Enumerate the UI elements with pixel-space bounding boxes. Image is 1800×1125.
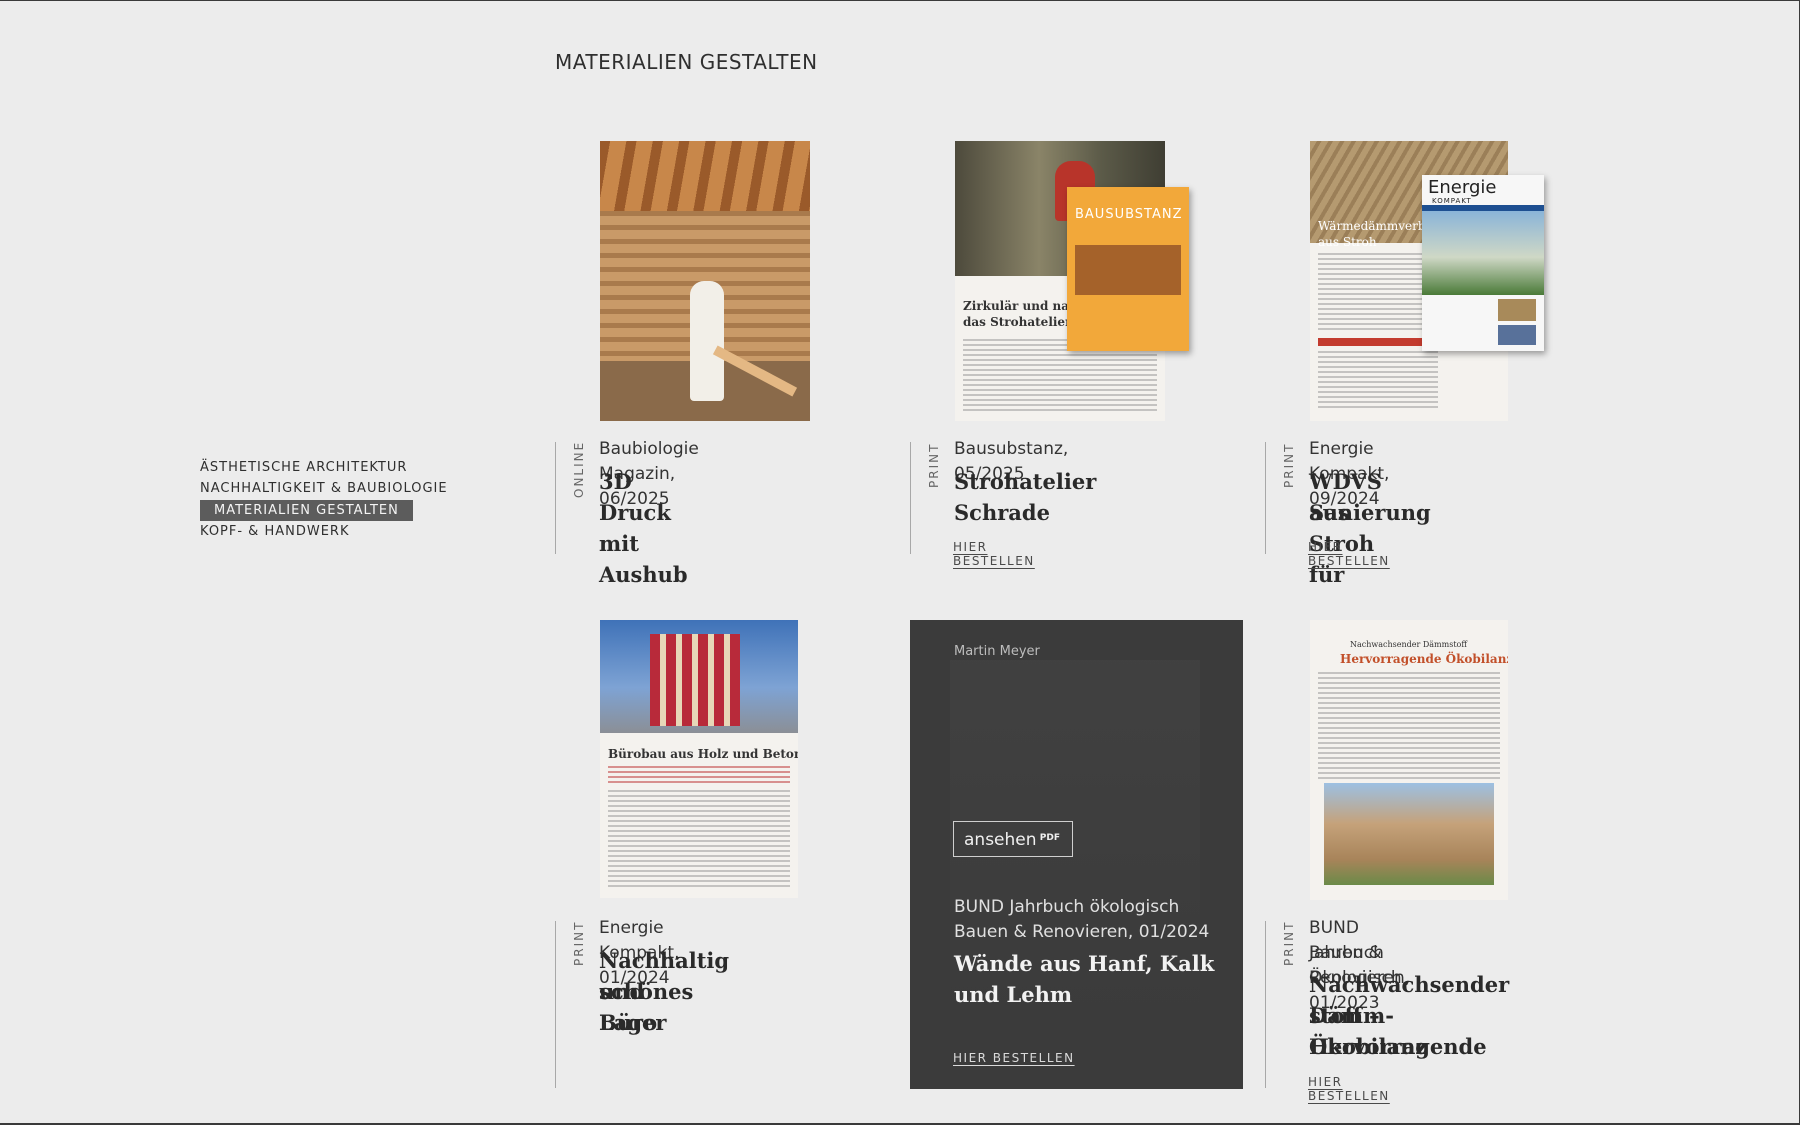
nav-item-materialien-gestalten[interactable]: MATERIALIEN GESTALTEN <box>200 500 413 521</box>
magazine-text-lines <box>1318 672 1500 782</box>
article-thumbnail[interactable] <box>600 141 810 421</box>
article-title[interactable]: 3D Druck mit Aushub <box>599 466 688 590</box>
article-source-line-2: Bauen & Renovieren, 01/2024 <box>954 922 1210 942</box>
frame-top-border <box>0 0 1800 1</box>
magazine-page-heading: Bürobau aus Holz und Beton <box>608 747 798 761</box>
article-card-hanf-kalk-lehm[interactable]: Martin Meyer ansehen PDF BUND Jahrbuch ö… <box>910 620 1243 1089</box>
card-divider-line <box>555 442 556 554</box>
cover-inset-photo <box>1498 299 1536 321</box>
article-author: Martin Meyer <box>954 644 1040 659</box>
magazine-cover[interactable]: BAUSUBSTANZ <box>1067 187 1189 351</box>
magazine-page-heading: Hervorragende Ökobilanz <box>1340 652 1508 666</box>
article-title-line-3[interactable]: Ökobilanz <box>1309 1031 1427 1062</box>
card-divider-line <box>555 921 556 1088</box>
view-pdf-button[interactable]: ansehen PDF <box>953 821 1073 857</box>
media-type-label: PRINT <box>927 442 941 488</box>
magazine-page-kicker: Nachwachsender Dämmstoff <box>1350 640 1468 649</box>
cover-photo <box>1422 211 1544 295</box>
article-title-line-2[interactable]: und Lehm <box>954 979 1072 1010</box>
article-source-line-1: BUND Jahrbuch ökologisch <box>954 897 1180 917</box>
magazine-red-bar <box>1318 338 1433 346</box>
view-button-label: ansehen <box>964 830 1037 850</box>
media-type-label: ONLINE <box>572 440 586 498</box>
article-thumbnail[interactable]: Nachwachsender Dämmstoff Hervorragende Ö… <box>1310 620 1508 900</box>
article-thumbnail[interactable]: Bürobau aus Holz und Beton <box>600 620 798 898</box>
cover-subtitle: KOMPAKT <box>1432 197 1472 205</box>
media-type-label: PRINT <box>572 920 586 966</box>
magazine-text-lines <box>1318 351 1438 411</box>
page-title: MATERIALIEN GESTALTEN <box>555 50 818 74</box>
article-title-line-1[interactable]: WDVS aus Stroh für <box>1309 466 1382 590</box>
category-nav: ÄSTHETISCHE ARCHITEKTUR NACHHALTIGKEIT &… <box>200 457 448 542</box>
media-type-label: PRINT <box>1282 920 1296 966</box>
magazine-cover[interactable]: Energie KOMPAKT <box>1422 175 1544 351</box>
nav-item-kopf-handwerk[interactable]: KOPF- & HANDWERK <box>200 521 448 542</box>
article-title-line-2[interactable]: Sanierung <box>1309 497 1431 528</box>
order-link[interactable]: HIER BESTELLEN <box>953 540 1035 568</box>
card-divider-line <box>910 442 911 554</box>
order-link[interactable]: HIER BESTELLEN <box>1308 1075 1390 1103</box>
nav-item-nachhaltigkeit-baubiologie[interactable]: NACHHALTIGKEIT & BAUBIOLOGIE <box>200 478 448 499</box>
card-divider-line <box>1265 442 1266 554</box>
article-title-line-1[interactable]: Wände aus Hanf, Kalk <box>954 948 1214 979</box>
thumbnail-roof-graphic <box>600 141 810 211</box>
card-divider-line <box>1265 921 1266 1088</box>
article-title-line-2[interactable]: und Lager <box>599 976 666 1038</box>
magazine-photo <box>1324 783 1494 885</box>
pdf-badge: PDF <box>1039 833 1060 843</box>
article-title[interactable]: Strohatelier Schrade <box>954 466 1096 528</box>
magazine-page-heading: aus Stroh <box>1318 235 1377 249</box>
nav-item-aesthetische-architektur[interactable]: ÄSTHETISCHE ARCHITEKTUR <box>200 457 448 478</box>
thumbnail-person-graphic <box>690 281 724 401</box>
order-link[interactable]: HIER BESTELLEN <box>953 1051 1075 1065</box>
cover-title: Energie <box>1428 177 1497 198</box>
cover-inset-photo <box>1498 325 1536 345</box>
magazine-text-lines <box>1318 253 1438 333</box>
order-link[interactable]: HIER BESTELLEN <box>1308 540 1390 568</box>
cover-title: BAUSUBSTANZ <box>1075 207 1183 222</box>
cover-photo <box>1075 245 1181 295</box>
media-type-label: PRINT <box>1282 442 1296 488</box>
magazine-lead-lines <box>608 766 790 786</box>
building-graphic <box>650 634 740 726</box>
magazine-text-lines <box>608 790 790 890</box>
